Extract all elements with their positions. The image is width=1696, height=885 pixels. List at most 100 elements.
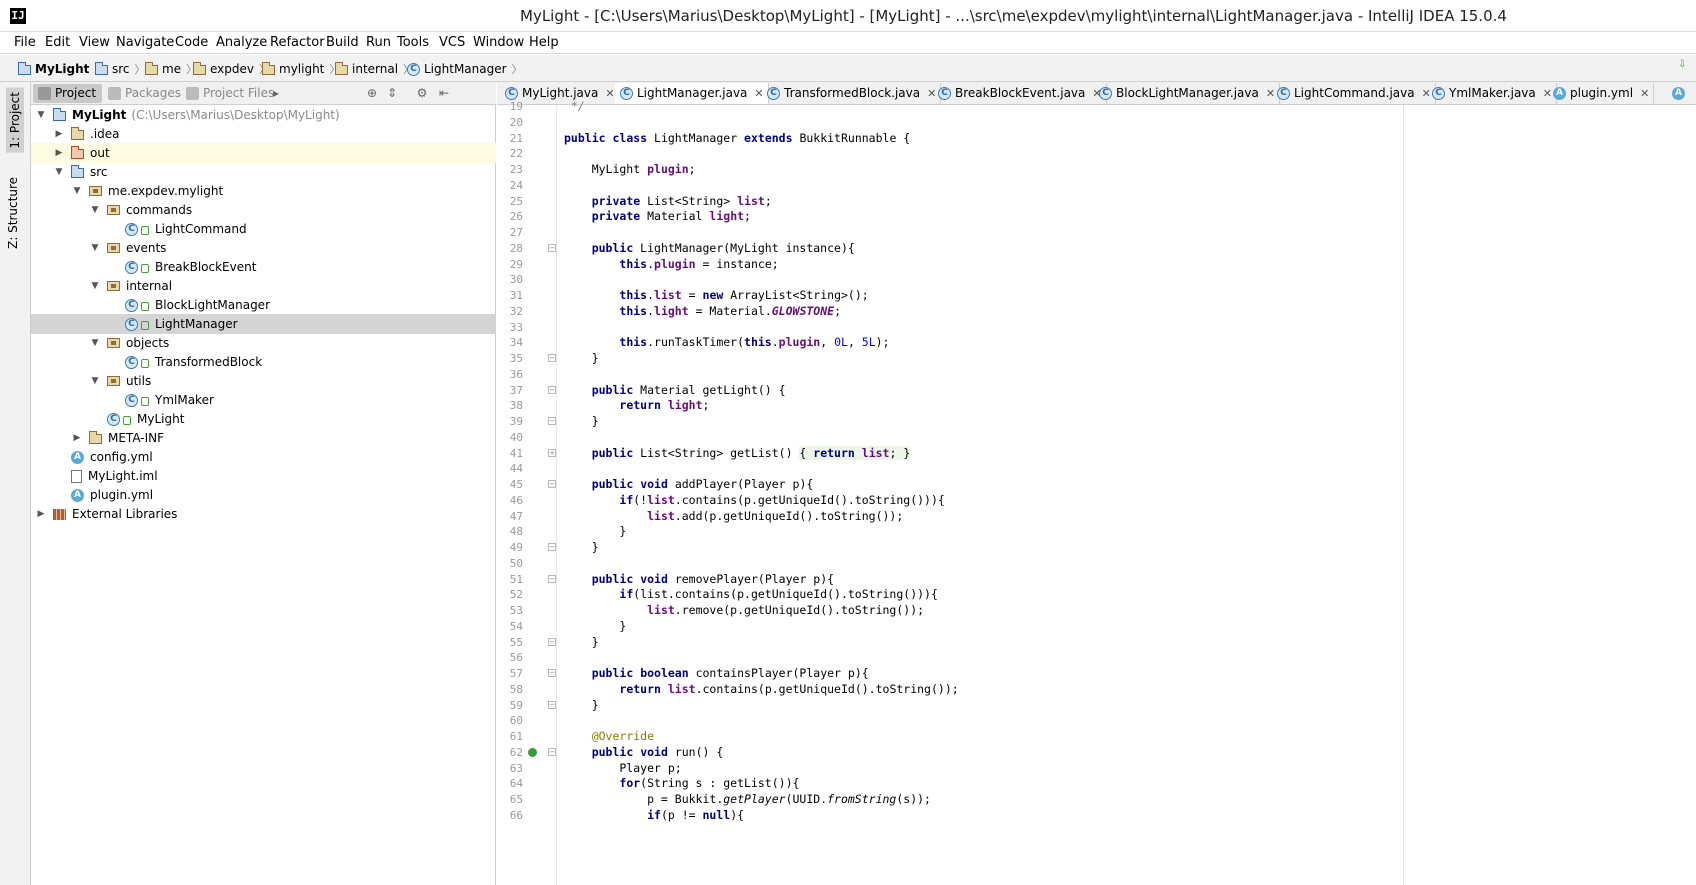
expand-down-icon[interactable]: ▼	[35, 110, 47, 120]
code-line[interactable]: */	[564, 98, 585, 115]
editor-tab-blocklightmanager[interactable]: C BlockLightManager.java ✕	[1094, 83, 1281, 104]
expand-right-icon[interactable]: ▶	[53, 148, 65, 158]
tree-item-breakblockevent[interactable]: C BreakBlockEvent	[31, 257, 496, 277]
editor-tab-plugin-yml[interactable]: Aplugin.yml ✕	[1548, 83, 1655, 104]
code-line[interactable]: }	[564, 539, 599, 556]
code-line[interactable]: p = Bukkit.getPlayer(UUID.fromString(s))…	[564, 791, 931, 808]
expand-down-icon[interactable]: ▼	[89, 338, 101, 348]
fold-collapse-icon[interactable]: −	[548, 669, 556, 677]
code-line[interactable]: return list.contains(p.getUniqueId().toS…	[564, 681, 958, 698]
expand-down-icon[interactable]: ▼	[89, 243, 101, 253]
expand-down-icon[interactable]: ▼	[53, 167, 65, 177]
close-icon[interactable]: ✕	[1640, 87, 1649, 100]
menu-view[interactable]: View	[79, 35, 110, 50]
tree-item-utils[interactable]: ▼ utils	[31, 371, 496, 391]
fold-collapse-icon[interactable]: −	[548, 574, 556, 583]
editor-tab-overflow[interactable]: A	[1667, 83, 1696, 104]
expand-down-icon[interactable]: ▼	[89, 281, 101, 291]
hide-panel-icon[interactable]: ⇤	[437, 86, 451, 100]
menu-build[interactable]: Build	[326, 35, 359, 50]
tree-item-external-libraries[interactable]: ▶ External Libraries	[31, 504, 496, 524]
code-line[interactable]: public LightManager(MyLight instance){	[564, 240, 855, 257]
menu-code[interactable]: Code	[175, 35, 208, 50]
code-line[interactable]: public List<String> getList() { return l…	[564, 445, 911, 462]
fold-collapse-icon[interactable]: −	[548, 543, 556, 551]
tree-item-events[interactable]: ▼ events	[31, 238, 496, 258]
expand-right-icon[interactable]: ▶	[53, 129, 65, 139]
editor-gutter[interactable]: 19 20 21 22 23 24 25 26 27 28 − 29 30 31 32 33 34 35 − 36 37…	[497, 100, 557, 885]
code-line[interactable]: public Material getLight() {	[564, 382, 786, 399]
tree-item-transformedblock[interactable]: C TransformedBlock	[31, 352, 496, 372]
fold-collapse-icon[interactable]: −	[548, 700, 556, 709]
code-line[interactable]: }	[564, 413, 599, 430]
code-editor[interactable]: 19 20 21 22 23 24 25 26 27 28 − 29 30 31 32 33 34 35 − 36 37…	[497, 99, 1696, 885]
code-line[interactable]: public class LightManager extends Bukkit…	[564, 130, 910, 147]
code-line[interactable]: list.add(p.getUniqueId().toString());	[564, 508, 903, 525]
menu-help[interactable]: Help	[529, 35, 559, 50]
code-line[interactable]: list.remove(p.getUniqueId().toString());	[564, 602, 924, 619]
code-line[interactable]: this.runTaskTimer(this.plugin, 0L, 5L);	[564, 334, 889, 351]
menu-navigate[interactable]: Navigate	[116, 35, 174, 50]
tree-item-lightcommand[interactable]: C LightCommand	[31, 219, 496, 239]
fold-collapse-icon[interactable]: −	[548, 480, 556, 488]
code-line[interactable]: if(p != null){	[564, 807, 744, 824]
expand-right-icon[interactable]: ▶	[35, 509, 47, 519]
code-line[interactable]: this.list = new ArrayList<String>();	[564, 287, 868, 304]
menu-run[interactable]: Run	[366, 35, 391, 50]
tool-tab-project[interactable]: 1: Project	[6, 88, 24, 153]
menu-analyze[interactable]: Analyze	[216, 35, 267, 50]
breadcrumb-mylight[interactable]: MyLight〉	[18, 60, 105, 78]
expand-right-icon[interactable]: ▶	[71, 433, 83, 443]
fold-collapse-icon[interactable]: −	[548, 243, 556, 252]
code-line[interactable]: for(String s : getList()){	[564, 775, 799, 792]
more-views-arrow-icon[interactable]: ▸	[269, 86, 283, 100]
breadcrumb-expdev[interactable]: expdev〉	[193, 60, 270, 78]
override-marker-icon[interactable]	[528, 747, 537, 757]
fold-collapse-icon[interactable]: −	[548, 747, 556, 756]
fold-collapse-icon[interactable]: −	[548, 354, 556, 362]
tree-item-plugin-yml[interactable]: Aplugin.yml	[31, 485, 496, 505]
menu-window[interactable]: Window	[473, 35, 524, 50]
breadcrumb-mylight-package[interactable]: mylight〉	[262, 60, 340, 78]
code-line[interactable]: this.light = Material.GLOWSTONE;	[564, 303, 841, 320]
tree-item-blocklightmanager[interactable]: C BlockLightManager	[31, 295, 496, 315]
code-line[interactable]: public boolean containsPlayer(Player p){	[564, 665, 869, 682]
code-line[interactable]: return light;	[564, 397, 709, 414]
code-line[interactable]: }	[564, 634, 599, 651]
code-line[interactable]: public void run() {	[564, 744, 724, 761]
code-line[interactable]: @Override	[564, 728, 654, 745]
code-line[interactable]: public void addPlayer(Player p){	[564, 476, 814, 493]
code-line[interactable]: if(!list.contains(p.getUniqueId().toStri…	[564, 492, 944, 509]
tree-item-out[interactable]: ▶ out	[31, 143, 496, 163]
tree-item-objects[interactable]: ▼ objects	[31, 333, 496, 353]
menu-edit[interactable]: Edit	[45, 35, 70, 50]
tree-item-package-root[interactable]: ▼ me.expdev.mylight	[31, 181, 496, 201]
tree-item-commands[interactable]: ▼ commands	[31, 200, 496, 220]
code-line[interactable]: public void removePlayer(Player p){	[564, 571, 834, 588]
menu-vcs[interactable]: VCS	[439, 35, 465, 50]
tree-item-mylight-iml[interactable]: MyLight.iml	[31, 466, 496, 486]
close-icon[interactable]: ✕	[605, 87, 614, 100]
editor-tab-lightcommand[interactable]: C LightCommand.java ✕	[1272, 83, 1436, 104]
breadcrumb-src[interactable]: src 〉	[95, 60, 146, 78]
tab-project-files[interactable]: Project Files	[181, 84, 280, 103]
editor-tab-transformedblock[interactable]: C TransformedBlock.java ✕	[762, 83, 942, 104]
tree-item-internal[interactable]: ▼ internal	[31, 276, 496, 296]
fold-collapse-icon[interactable]: −	[548, 637, 556, 646]
breadcrumb-internal[interactable]: internal〉	[335, 60, 414, 78]
download-icon[interactable]: ⇩	[1678, 59, 1692, 77]
tree-item-config-yml[interactable]: Aconfig.yml	[31, 447, 496, 467]
fold-collapse-icon[interactable]: −	[548, 417, 556, 425]
code-line[interactable]: MyLight plugin;	[564, 161, 696, 178]
editor-tab-lightmanager[interactable]: C LightManager.java ✕	[615, 83, 769, 104]
code-line[interactable]: Player p;	[564, 760, 681, 777]
code-line[interactable]: if(list.contains(p.getUniqueId().toStrin…	[564, 586, 938, 603]
locate-target-icon[interactable]: ⊕	[365, 86, 379, 100]
breadcrumb-me[interactable]: me 〉	[145, 60, 197, 78]
breadcrumb-lightmanager[interactable]: C LightManager 〉	[407, 60, 523, 78]
tree-item-mylight[interactable]: ▼ MyLight (C:\Users\Marius\Desktop\MyLight…	[31, 105, 496, 125]
menu-file[interactable]: File	[14, 35, 36, 50]
fold-expand-icon[interactable]: +	[548, 448, 556, 457]
editor-tab-breakblockevent[interactable]: C BreakBlockEvent.java ✕	[933, 83, 1107, 104]
code-line[interactable]: }	[564, 523, 626, 540]
